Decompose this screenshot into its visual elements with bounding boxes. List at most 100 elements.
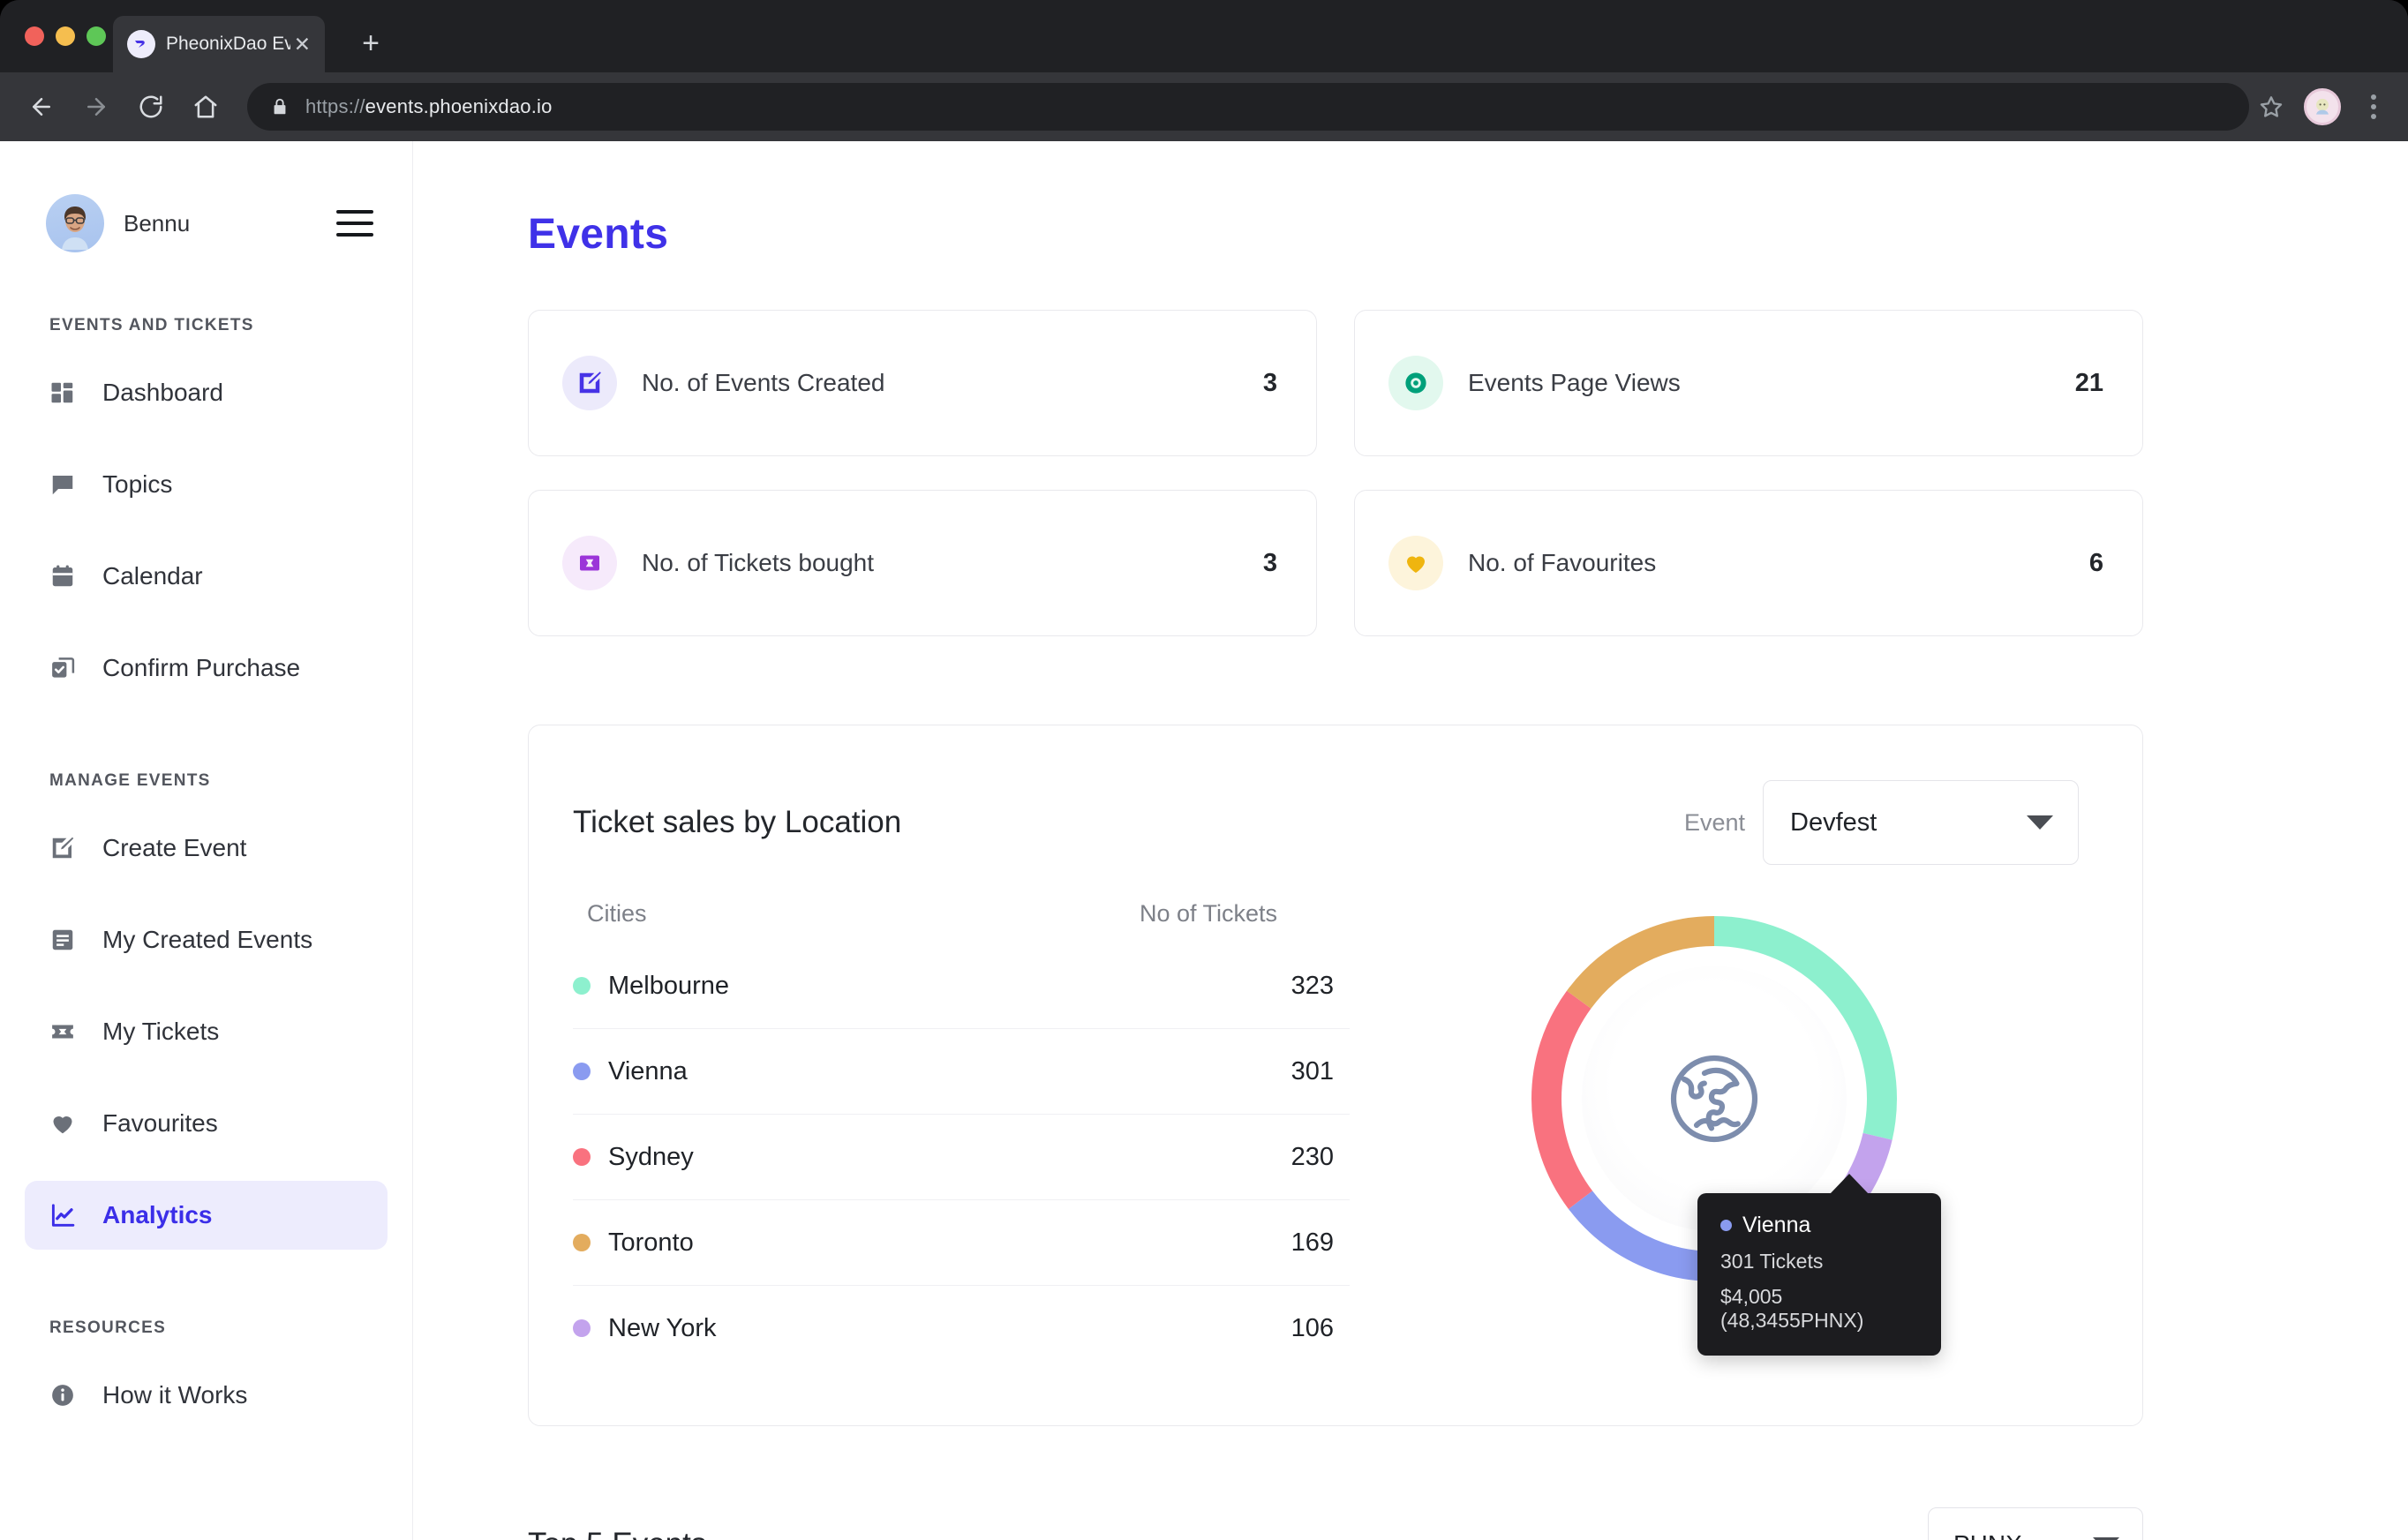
stat-card-favourites[interactable]: No. of Favourites 6 bbox=[1354, 490, 2143, 636]
sidebar-group-resources: How it Works bbox=[0, 1361, 412, 1430]
table-row[interactable]: Toronto 169 bbox=[573, 1200, 1350, 1286]
home-icon[interactable] bbox=[185, 86, 226, 127]
legend-dot-icon bbox=[573, 1148, 591, 1166]
browser-tab[interactable]: PheonixDao Events ✕ bbox=[113, 16, 325, 72]
stat-value: 6 bbox=[2088, 548, 2103, 577]
stat-card-events-page-views[interactable]: Events Page Views 21 bbox=[1354, 310, 2143, 456]
column-header-tickets: No of Tickets bbox=[1140, 900, 1278, 927]
url-input[interactable]: https://events.phoenixdao.io bbox=[247, 83, 2249, 131]
currency-select[interactable]: PHNX bbox=[1928, 1507, 2143, 1540]
tooltip-dot-icon bbox=[1720, 1220, 1732, 1231]
sidebar-item-label: My Created Events bbox=[102, 926, 313, 953]
browser-menu-icon[interactable] bbox=[2360, 94, 2387, 119]
stat-label: No. of Favourites bbox=[1468, 549, 1657, 576]
sidebar: Bennu EVENTS AND TICKETS Dashboard Topic… bbox=[0, 141, 413, 1540]
donut-chart[interactable]: Vienna 301 Tickets $4,005 (48,3455PHNX) bbox=[1524, 909, 1941, 1356]
sidebar-group-events-and-tickets: Dashboard Topics Calendar Confirm Purcha… bbox=[0, 358, 412, 702]
page-title: Events bbox=[528, 211, 669, 258]
stat-value: 21 bbox=[2074, 368, 2103, 397]
my-created-events-icon bbox=[49, 927, 83, 953]
top-events-title: Top 5 Events bbox=[528, 1527, 1928, 1540]
reload-icon[interactable] bbox=[131, 86, 171, 127]
heart-icon bbox=[1388, 536, 1443, 590]
sidebar-item-my-tickets[interactable]: My Tickets bbox=[25, 997, 388, 1066]
sidebar-item-label: Confirm Purchase bbox=[102, 654, 301, 681]
sidebar-section-title-resources: RESOURCES bbox=[49, 1318, 167, 1337]
sidebar-item-calendar[interactable]: Calendar bbox=[25, 542, 388, 611]
stats-grid: No. of Events Created 3 Events Page View… bbox=[528, 310, 2143, 636]
dashboard-icon bbox=[49, 379, 83, 406]
browser-tab-title: PheonixDao Events bbox=[166, 34, 290, 54]
sidebar-item-my-created-events[interactable]: My Created Events bbox=[25, 905, 388, 974]
city-name: Toronto bbox=[608, 1228, 694, 1257]
sidebar-item-label: My Tickets bbox=[102, 1018, 220, 1045]
stat-label: No. of Tickets bought bbox=[642, 549, 875, 576]
hamburger-menu-icon[interactable] bbox=[336, 210, 373, 237]
event-select[interactable]: Devfest bbox=[1763, 780, 2079, 865]
sidebar-group-manage-events: Create Event My Created Events My Ticket… bbox=[0, 814, 412, 1250]
lock-icon bbox=[270, 97, 290, 116]
forward-icon[interactable] bbox=[76, 86, 117, 127]
city-ticket-count: 106 bbox=[1291, 1313, 1334, 1342]
site-favicon-icon bbox=[127, 30, 155, 58]
city-name: Sydney bbox=[608, 1142, 694, 1171]
sidebar-item-label: Analytics bbox=[102, 1201, 213, 1228]
legend-dot-icon bbox=[573, 1063, 591, 1080]
analytics-icon bbox=[49, 1202, 83, 1228]
table-row[interactable]: Melbourne 323 bbox=[573, 943, 1350, 1029]
tooltip-city: Vienna bbox=[1742, 1213, 1811, 1237]
heart-icon bbox=[49, 1110, 83, 1137]
sidebar-section-title-events-and-tickets: EVENTS AND TICKETS bbox=[49, 316, 254, 334]
url-scheme: https:// bbox=[305, 95, 365, 117]
ticket-icon bbox=[49, 1018, 83, 1045]
maximize-window-button[interactable] bbox=[87, 26, 106, 46]
sidebar-item-confirm-purchase[interactable]: Confirm Purchase bbox=[25, 634, 388, 702]
city-name: Vienna bbox=[608, 1056, 688, 1086]
main-content: Events No. of Events Created 3 Events Pa… bbox=[413, 141, 2408, 1540]
close-window-button[interactable] bbox=[25, 26, 44, 46]
new-tab-button[interactable]: + bbox=[353, 26, 388, 62]
browser-window: PheonixDao Events ✕ + https://events.pho… bbox=[0, 0, 2408, 1540]
bookmark-star-icon[interactable] bbox=[2258, 94, 2284, 120]
tooltip-amount: $4,005 (48,3455PHNX) bbox=[1720, 1285, 1864, 1332]
sidebar-item-topics[interactable]: Topics bbox=[25, 450, 388, 519]
avatar bbox=[46, 194, 104, 252]
url-host: events.phoenixdao.io bbox=[365, 95, 553, 117]
sidebar-user-row[interactable]: Bennu bbox=[0, 141, 412, 252]
topics-icon bbox=[49, 471, 83, 498]
create-event-icon bbox=[49, 835, 83, 861]
legend-dot-icon bbox=[573, 1319, 591, 1337]
tooltip-arrow bbox=[1830, 1174, 1869, 1194]
window-traffic-lights bbox=[25, 26, 106, 46]
donut-tooltip: Vienna 301 Tickets $4,005 (48,3455PHNX) bbox=[1697, 1174, 1941, 1356]
legend-dot-icon bbox=[573, 1234, 591, 1251]
sidebar-item-how-it-works[interactable]: How it Works bbox=[25, 1361, 388, 1430]
sidebar-user-name: Bennu bbox=[124, 209, 191, 237]
sidebar-item-analytics[interactable]: Analytics bbox=[25, 1181, 388, 1250]
calendar-icon bbox=[49, 563, 83, 590]
back-icon[interactable] bbox=[21, 86, 62, 127]
sidebar-item-create-event[interactable]: Create Event bbox=[25, 814, 388, 883]
confirm-purchase-icon bbox=[49, 655, 83, 681]
table-row[interactable]: Sydney 230 bbox=[573, 1115, 1350, 1200]
stat-value: 3 bbox=[1262, 548, 1277, 577]
table-row[interactable]: New York 106 bbox=[573, 1286, 1350, 1371]
stat-card-tickets-bought[interactable]: No. of Tickets bought 3 bbox=[528, 490, 1317, 636]
stat-value: 3 bbox=[1262, 368, 1277, 397]
chrome-profile-avatar[interactable] bbox=[2304, 88, 2341, 125]
city-ticket-count: 169 bbox=[1291, 1228, 1334, 1257]
edit-square-icon bbox=[562, 356, 617, 410]
table-row[interactable]: Vienna 301 bbox=[573, 1029, 1350, 1115]
sidebar-item-favourites[interactable]: Favourites bbox=[25, 1089, 388, 1158]
minimize-window-button[interactable] bbox=[56, 26, 75, 46]
ticket-sales-header: Ticket sales by Location Event Devfest bbox=[573, 780, 2079, 865]
city-ticket-count: 323 bbox=[1291, 971, 1334, 1000]
close-tab-icon[interactable]: ✕ bbox=[294, 34, 311, 55]
eye-target-icon bbox=[1388, 356, 1443, 410]
page-viewport: Bennu EVENTS AND TICKETS Dashboard Topic… bbox=[0, 141, 2408, 1540]
stat-card-events-created[interactable]: No. of Events Created 3 bbox=[528, 310, 1317, 456]
browser-address-bar: https://events.phoenixdao.io bbox=[0, 72, 2408, 141]
sidebar-item-dashboard[interactable]: Dashboard bbox=[25, 358, 388, 427]
cities-table-header: Cities No of Tickets bbox=[573, 900, 1350, 928]
browser-tab-strip: PheonixDao Events ✕ + bbox=[0, 0, 2408, 72]
